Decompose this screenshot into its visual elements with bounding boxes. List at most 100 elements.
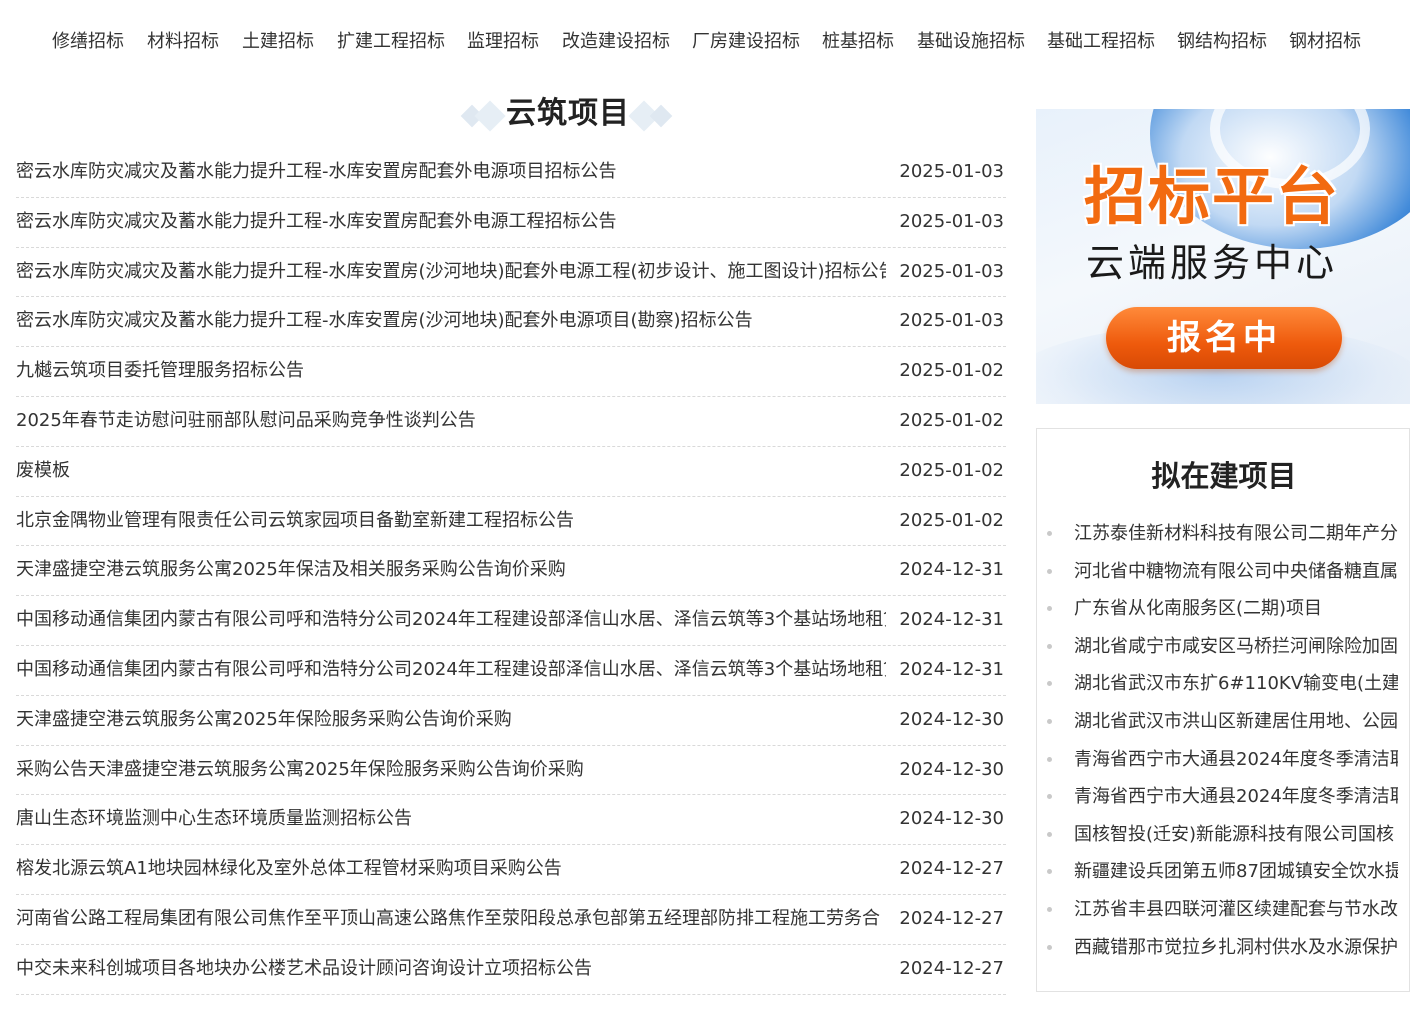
bullet-icon [1047, 531, 1052, 536]
list-item[interactable]: 广东省从化南服务区(二期)项目 [1047, 590, 1409, 628]
list-item-title[interactable]: 密云水库防灾减灾及蓄水能力提升工程-水库安置房(沙河地块)配套外电源工程(初步设… [16, 260, 886, 284]
list-item[interactable]: 2025年春节走访慰问驻丽部队慰问品采购竞争性谈判公告 2025-01-02 [16, 397, 1006, 447]
list-item[interactable]: 河南省公路工程局集团有限公司焦作至平顶山高速公路焦作至荥阳段总承包部第五经理部防… [16, 895, 1006, 945]
bullet-icon [1047, 944, 1052, 950]
banner-headline: 招标平台 [1084, 160, 1341, 233]
list-item[interactable]: 密云水库防灾减灾及蓄水能力提升工程-水库安置房(沙河地块)配套外电源项目(勘察)… [16, 297, 1006, 348]
list-item-date: 2025-01-03 [899, 310, 1004, 332]
list-item-title[interactable]: 河北省中糖物流有限公司中央储备糖直属 [1074, 560, 1398, 584]
nav-link-civil[interactable]: 土建招标 [242, 30, 314, 54]
nav-link-factory[interactable]: 厂房建设招标 [692, 30, 800, 54]
nav-link-infrastructure[interactable]: 基础设施招标 [917, 30, 1025, 54]
nav-link-materials[interactable]: 材料招标 [147, 30, 219, 54]
list-item-title[interactable]: 采购公告天津盛捷空港云筑服务公寓2025年保险服务采购公告询价采购 [16, 758, 584, 782]
list-item[interactable]: 废模板 2025-01-02 [16, 447, 1006, 497]
list-item[interactable]: 湖北省武汉市洪山区新建居住用地、公园 [1047, 703, 1409, 741]
list-item[interactable]: 国核智投(迁安)新能源科技有限公司国核 [1047, 816, 1409, 854]
list-item-title[interactable]: 广东省从化南服务区(二期)项目 [1074, 597, 1398, 621]
list-item-title[interactable]: 中国移动通信集团内蒙古有限公司呼和浩特分公司2024年工程建设部泽信山水居、泽信… [16, 658, 886, 682]
list-item-title[interactable]: 青海省西宁市大通县2024年度冬季清洁取 [1074, 785, 1398, 809]
list-item-title[interactable]: 密云水库防灾减灾及蓄水能力提升工程-水库安置房(沙河地块)配套外电源项目(勘察)… [16, 309, 753, 333]
list-item-date: 2024-12-27 [899, 957, 1004, 979]
list-item-title[interactable]: 天津盛捷空港云筑服务公寓2025年保洁及相关服务采购公告询价采购 [16, 558, 566, 582]
list-item[interactable]: 天津盛捷空港云筑服务公寓2025年保洁及相关服务采购公告询价采购 2024-12-… [16, 546, 1006, 597]
list-item-title[interactable]: 青海省西宁市大通县2024年度冬季清洁取 [1074, 748, 1398, 772]
list-item[interactable]: 采购公告天津盛捷空港云筑服务公寓2025年保险服务采购公告询价采购 2024-12… [16, 746, 1006, 796]
list-item-title[interactable]: 北京金隅物业管理有限责任公司云筑家园项目备勤室新建工程招标公告 [16, 509, 574, 533]
banner-subheadline: 云端服务中心 [1086, 241, 1339, 285]
list-item-title[interactable]: 新疆建设兵团第五师87团城镇安全饮水提 [1074, 860, 1398, 884]
bullet-icon [1047, 756, 1052, 762]
nav-link-supervision[interactable]: 监理招标 [467, 30, 539, 54]
list-item-date: 2025-01-02 [899, 509, 1004, 531]
list-item-title[interactable]: 中交未来科创城项目各地块办公楼艺术品设计顾问咨询设计立项招标公告 [16, 957, 592, 981]
list-item-title[interactable]: 九樾云筑项目委托管理服务招标公告 [16, 359, 304, 383]
list-item-title[interactable]: 国核智投(迁安)新能源科技有限公司国核 [1074, 823, 1398, 847]
list-item-date: 2025-01-02 [899, 360, 1004, 382]
list-item-date: 2024-12-30 [899, 758, 1004, 780]
list-item[interactable]: 青海省西宁市大通县2024年度冬季清洁取 [1047, 778, 1409, 816]
list-item-date: 2024-12-27 [899, 858, 1004, 880]
nav-link-steel[interactable]: 钢材招标 [1289, 30, 1361, 54]
list-item[interactable]: 中国移动通信集团内蒙古有限公司呼和浩特分公司2024年工程建设部泽信山水居、泽信… [16, 596, 1006, 646]
list-item[interactable]: 密云水库防灾减灾及蓄水能力提升工程-水库安置房配套外电源工程招标公告 2025-0… [16, 198, 1006, 248]
list-item-title[interactable]: 天津盛捷空港云筑服务公寓2025年保险服务采购公告询价采购 [16, 708, 512, 732]
list-item-title[interactable]: 西藏错那市觉拉乡扎洞村供水及水源保护 [1074, 936, 1398, 960]
panel-title: 拟在建项目 [1151, 459, 1297, 493]
nav-link-renovation[interactable]: 改造建设招标 [562, 30, 670, 54]
list-item-title[interactable]: 江苏泰佳新材料科技有限公司二期年产分 [1074, 522, 1398, 546]
list-item-title[interactable]: 湖北省咸宁市咸安区马桥拦河闸除险加固 [1074, 635, 1398, 659]
list-item-date: 2024-12-30 [899, 708, 1004, 730]
main-content: 云筑项目 密云水库防灾减灾及蓄水能力提升工程-水库安置房配套外电源项目招标公告 2… [16, 90, 1006, 995]
list-item-title[interactable]: 2025年春节走访慰问驻丽部队慰问品采购竞争性谈判公告 [16, 409, 476, 433]
list-item[interactable]: 新疆建设兵团第五师87团城镇安全饮水提 [1047, 853, 1409, 891]
list-item[interactable]: 唐山生态环境监测中心生态环境质量监测招标公告 2024-12-30 [16, 795, 1006, 846]
list-item-date: 2025-01-02 [899, 409, 1004, 431]
nav-link-repair[interactable]: 修缮招标 [52, 30, 124, 54]
bullet-icon [1047, 606, 1052, 612]
bidding-platform-banner[interactable]: 招标平台 云端服务中心 报名中 [1036, 109, 1410, 404]
list-item-title[interactable]: 密云水库防灾减灾及蓄水能力提升工程-水库安置房配套外电源项目招标公告 [16, 160, 617, 184]
list-item-date: 2024-12-27 [899, 907, 1004, 929]
list-item-date: 2024-12-30 [899, 808, 1004, 830]
section-header: 云筑项目 [16, 90, 1006, 148]
list-item[interactable]: 密云水库防灾减灾及蓄水能力提升工程-水库安置房(沙河地块)配套外电源工程(初步设… [16, 248, 1006, 298]
list-item-date: 2024-12-31 [899, 609, 1004, 631]
section-title: 云筑项目 [506, 96, 630, 131]
list-item[interactable]: 北京金隅物业管理有限责任公司云筑家园项目备勤室新建工程招标公告 2025-01-0… [16, 497, 1006, 547]
list-item-date: 2024-12-31 [899, 559, 1004, 581]
list-item-title[interactable]: 湖北省武汉市东扩6#110KV输变电(土建) [1074, 672, 1398, 696]
register-button[interactable]: 报名中 [1106, 307, 1342, 369]
list-item[interactable]: 青海省西宁市大通县2024年度冬季清洁取 [1047, 741, 1409, 779]
list-item[interactable]: 中国移动通信集团内蒙古有限公司呼和浩特分公司2024年工程建设部泽信山水居、泽信… [16, 646, 1006, 696]
list-item[interactable]: 江苏泰佳新材料科技有限公司二期年产分 [1047, 515, 1409, 553]
nav-link-steel-structure[interactable]: 钢结构招标 [1177, 30, 1267, 54]
list-item[interactable]: 九樾云筑项目委托管理服务招标公告 2025-01-02 [16, 347, 1006, 397]
nav-link-expansion[interactable]: 扩建工程招标 [337, 30, 445, 54]
list-item-date: 2025-01-03 [899, 260, 1004, 282]
list-item[interactable]: 湖北省咸宁市咸安区马桥拦河闸除险加固 [1047, 628, 1409, 666]
list-item-title[interactable]: 密云水库防灾减灾及蓄水能力提升工程-水库安置房配套外电源工程招标公告 [16, 210, 617, 234]
list-item[interactable]: 榕发北源云筑A1地块园林绿化及室外总体工程管材采购项目采购公告 2024-12-2… [16, 845, 1006, 895]
list-item-title[interactable]: 江苏省丰县四联河灌区续建配套与节水改 [1074, 898, 1398, 922]
list-item[interactable]: 中交未来科创城项目各地块办公楼艺术品设计顾问咨询设计立项招标公告 2024-12-… [16, 945, 1006, 995]
list-item-date: 2025-01-03 [899, 161, 1004, 182]
list-item-title[interactable]: 中国移动通信集团内蒙古有限公司呼和浩特分公司2024年工程建设部泽信山水居、泽信… [16, 608, 886, 632]
list-item-title[interactable]: 废模板 [16, 459, 70, 483]
list-item[interactable]: 湖北省武汉市东扩6#110KV输变电(土建) [1047, 665, 1409, 703]
list-item[interactable]: 西藏错那市觉拉乡扎洞村供水及水源保护 [1047, 929, 1409, 967]
list-item-title[interactable]: 湖北省武汉市洪山区新建居住用地、公园 [1074, 710, 1398, 734]
planned-projects-list: 江苏泰佳新材料科技有限公司二期年产分 河北省中糖物流有限公司中央储备糖直属 广东… [1047, 515, 1409, 966]
nav-link-foundation[interactable]: 基础工程招标 [1047, 30, 1155, 54]
list-item[interactable]: 江苏省丰县四联河灌区续建配套与节水改 [1047, 891, 1409, 929]
bullet-icon [1047, 869, 1052, 875]
list-item[interactable]: 天津盛捷空港云筑服务公寓2025年保险服务采购公告询价采购 2024-12-30 [16, 696, 1006, 746]
list-item-title[interactable]: 唐山生态环境监测中心生态环境质量监测招标公告 [16, 807, 412, 831]
nav-link-pile[interactable]: 桩基招标 [822, 30, 894, 54]
list-item-title[interactable]: 河南省公路工程局集团有限公司焦作至平顶山高速公路焦作至荥阳段总承包部第五经理部防… [16, 907, 880, 931]
bullet-icon [1047, 718, 1052, 724]
list-item[interactable]: 河北省中糖物流有限公司中央储备糖直属 [1047, 553, 1409, 591]
list-item[interactable]: 密云水库防灾减灾及蓄水能力提升工程-水库安置房配套外电源项目招标公告 2025-0… [16, 148, 1006, 198]
list-item-date: 2025-01-02 [899, 459, 1004, 481]
list-item-title[interactable]: 榕发北源云筑A1地块园林绿化及室外总体工程管材采购项目采购公告 [16, 857, 562, 881]
